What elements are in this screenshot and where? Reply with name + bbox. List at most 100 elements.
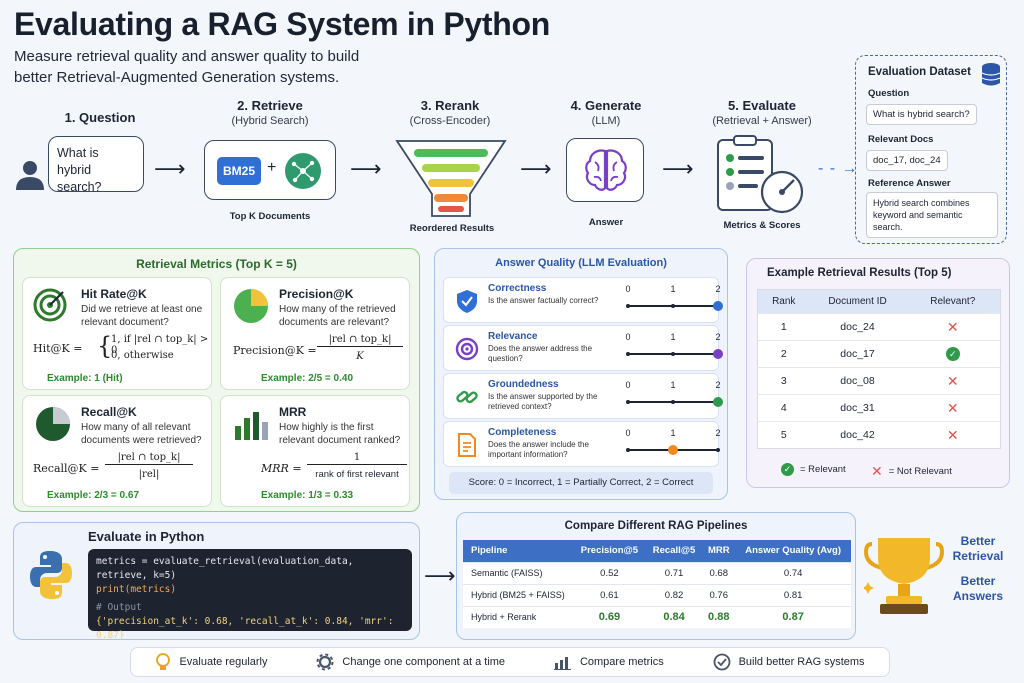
results-table: Rank Document ID Relevant? 1 doc_24 ✕ 2 doc_… (757, 289, 1001, 449)
precision-question: How many of the retrieved documents are … (279, 304, 396, 328)
relevant-cell: ✕ (905, 421, 1001, 449)
aq-correctness-row: Correctness Is the answer factually corre… (443, 277, 723, 323)
table-row: 5 doc_42 ✕ (757, 421, 1001, 449)
aq-name: Groundedness (488, 379, 559, 390)
metric-cell: 0.52 (573, 561, 646, 584)
answer-quality-panel: Answer Quality (LLM Evaluation) Score: 0… (434, 248, 728, 500)
track-tick (671, 399, 675, 404)
answer-quality-title: Answer Quality (LLM Evaluation) (495, 257, 667, 269)
precision-name: Precision@K (279, 287, 354, 301)
cross-icon: ✕ (946, 318, 959, 335)
answer-quality-header: Answer Quality (Avg) (735, 540, 851, 562)
scale-tick-label: 1 (670, 428, 676, 438)
dataset-docs-label: Relevant Docs (868, 134, 934, 145)
bar-chart-icon (553, 657, 571, 670)
aq-question: Does the answer address the question? (488, 344, 593, 363)
scale-tick-label: 1 (670, 284, 676, 294)
code-line-2: print(metrics) (96, 584, 177, 595)
cross-icon: ✕ (871, 463, 883, 479)
aq-question: Is the answer factually correct? (488, 296, 599, 305)
score-marker (713, 349, 723, 359)
python-logo-icon (30, 551, 72, 599)
hit-rate-lhs: Hit@K = (33, 342, 83, 355)
precision-header: Precision@5 (573, 540, 646, 562)
metric-cell: 0.68 (702, 561, 736, 584)
database-icon (981, 63, 1001, 86)
scale-tick-label: 2 (715, 380, 721, 390)
precision-numerator: |rel ∩ top_k| (317, 334, 403, 347)
tip-change: Change one component at a time (316, 653, 505, 671)
llm-box (566, 138, 644, 202)
evaluation-dataset-panel: Evaluation Dataset Question What is hybr… (855, 55, 1007, 244)
table-row: 4 doc_31 ✕ (757, 394, 1001, 422)
step-title: 3. Rerank (420, 98, 480, 113)
pipeline-cell: Hybrid + Rerank (463, 605, 573, 628)
recall-card: Recall@K How many of all relevant docume… (22, 395, 212, 507)
tip-label: Build better RAG systems (738, 656, 865, 668)
code-line-1: metrics = evaluate_retrieval(evaluation_… (96, 556, 354, 581)
legend-relevant-label: = Relevant (800, 464, 846, 475)
mrr-name: MRR (279, 405, 307, 419)
metric-cell: 0.76 (702, 583, 736, 606)
bar-chart-icon (235, 412, 268, 440)
track-tick (671, 351, 675, 356)
scale-tick-label: 2 (715, 284, 721, 294)
aq-relevance-row: Relevance Does the answer address the que… (443, 325, 723, 371)
doc-id-cell: doc_17 (809, 340, 906, 368)
step-subtitle: (Retrieval + Answer) (712, 115, 812, 127)
rank-cell: 5 (757, 421, 810, 449)
retrieval-metrics-title: Retrieval Metrics (Top K = 5) (136, 257, 297, 271)
hit-rate-brace: { (97, 332, 113, 360)
scale-tick-label: 2 (715, 332, 721, 342)
funnel-icon (395, 140, 507, 217)
document-icon (458, 433, 476, 457)
aq-completeness-row: Completeness Does the answer include the … (443, 421, 721, 467)
scale-tick-label: 0 (625, 428, 631, 438)
dataset-title: Evaluation Dataset (868, 66, 971, 78)
mrr-example: Example: 1/3 = 0.33 (261, 490, 354, 501)
hit-rate-case-2: 0, otherwise (111, 350, 174, 361)
target-icon (455, 337, 479, 361)
metric-cell: 0.81 (735, 583, 851, 606)
tip-label: Evaluate regularly (179, 656, 268, 668)
pipeline-header: Pipeline (463, 540, 573, 562)
track-tick (626, 399, 630, 404)
tip-compare: Compare metrics (553, 654, 664, 670)
rank-cell: 2 (757, 340, 810, 368)
scale-tick-label: 0 (625, 284, 631, 294)
rank-cell: 1 (757, 313, 810, 341)
mrr-denominator: rank of first relevant (315, 469, 399, 480)
dashed-arrow: - - → (818, 160, 859, 177)
mrr-question: How highly is the first relevant documen… (279, 422, 401, 446)
track-tick (716, 447, 720, 452)
aq-name: Correctness (488, 283, 547, 294)
precision-denominator: K (356, 351, 364, 362)
dataset-ref-label: Reference Answer (868, 178, 951, 189)
doc-id-cell: doc_24 (809, 313, 906, 341)
recall-lhs: Recall@K = (33, 462, 100, 475)
aq-question: Does the answer include the important in… (488, 440, 589, 459)
legend-not-relevant: ✕ = Not Relevant (871, 463, 952, 480)
table-row: 2 doc_17 ✓ (757, 340, 1001, 368)
scale-tick-label: 1 (670, 380, 676, 390)
page-subtitle: Measure retrieval quality and answer qua… (14, 48, 360, 86)
doc-id-cell: doc_31 (809, 394, 906, 422)
metric-cell: 0.71 (645, 561, 703, 584)
step-evaluate: 5. Evaluate (Retrieval + Answer) (700, 98, 824, 127)
step-title: 1. Question (64, 110, 136, 125)
metric-cell: 0.88 (702, 605, 736, 628)
check-icon: ✓ (945, 347, 960, 361)
gear-icon (316, 653, 334, 671)
tip-evaluate: Evaluate regularly (155, 653, 268, 671)
metric-cell: 0.69 (573, 605, 646, 628)
check-circle-icon (713, 653, 730, 671)
scale-tick-label: 0 (625, 380, 631, 390)
step-retrieve: 2. Retrieve (Hybrid Search) (200, 98, 340, 127)
tip-label: Compare metrics (579, 656, 664, 668)
docid-header: Document ID (809, 289, 906, 314)
arrow-to-compare: ⟶ (424, 563, 456, 588)
dataset-question-label: Question (868, 88, 910, 99)
table-row: 1 doc_24 ✕ (757, 313, 1001, 341)
recall-numerator: |rel ∩ top_k| (105, 452, 193, 465)
aq-name: Relevance (488, 331, 538, 342)
